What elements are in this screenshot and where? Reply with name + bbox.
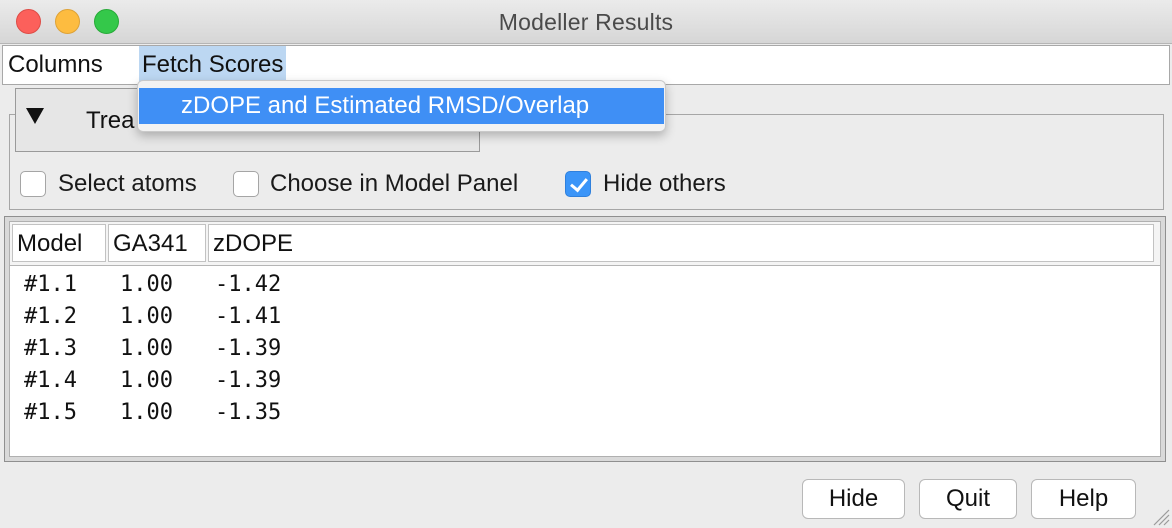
resize-grip-icon[interactable] (1150, 506, 1170, 526)
table-row[interactable]: #1.1 1.00 -1.42 (10, 272, 1160, 304)
hide-others-checkbox[interactable] (565, 171, 591, 197)
cell-model: #1.4 (24, 368, 77, 393)
cell-ga341: 1.00 (120, 368, 173, 393)
cell-ga341: 1.00 (120, 272, 173, 297)
cell-model: #1.5 (24, 400, 77, 425)
select-atoms-checkbox[interactable] (20, 171, 46, 197)
table-row[interactable]: #1.3 1.00 -1.39 (10, 336, 1160, 368)
menu-bar: Columns Fetch Scores (2, 45, 1170, 85)
cell-zdope: -1.39 (215, 368, 282, 393)
cell-zdope: -1.39 (215, 336, 282, 361)
cell-zdope: -1.41 (215, 304, 282, 329)
cell-ga341: 1.00 (120, 400, 173, 425)
menu-columns[interactable]: Columns (5, 46, 106, 84)
table-row[interactable]: #1.2 1.00 -1.41 (10, 304, 1160, 336)
cell-model: #1.1 (24, 272, 77, 297)
cell-model: #1.2 (24, 304, 77, 329)
select-atoms-label: Select atoms (58, 170, 197, 197)
choose-in-model-panel-checkbox[interactable] (233, 171, 259, 197)
hide-others-label: Hide others (603, 170, 726, 197)
cell-model: #1.3 (24, 336, 77, 361)
column-header-zdope[interactable]: zDOPE (208, 224, 1154, 262)
hide-button[interactable]: Hide (802, 479, 905, 519)
menu-fetch-scores[interactable]: Fetch Scores (139, 46, 287, 84)
fetch-scores-dropdown: zDOPE and Estimated RMSD/Overlap (137, 80, 666, 132)
results-table[interactable]: Model GA341 zDOPE #1.1 1.00 -1.42 #1.2 1… (9, 221, 1161, 457)
table-row[interactable]: #1.4 1.00 -1.39 (10, 368, 1160, 400)
column-header-model[interactable]: Model (12, 224, 106, 262)
disclosure-triangle-icon[interactable] (26, 108, 44, 124)
choose-in-model-panel-label: Choose in Model Panel (270, 170, 519, 197)
column-header-ga341[interactable]: GA341 (108, 224, 206, 262)
cell-ga341: 1.00 (120, 304, 173, 329)
help-button[interactable]: Help (1031, 479, 1136, 519)
title-bar: Modeller Results (0, 0, 1172, 44)
window-title: Modeller Results (498, 9, 674, 35)
table-row[interactable]: #1.5 1.00 -1.35 (10, 400, 1160, 432)
cell-zdope: -1.42 (215, 272, 282, 297)
table-header: Model GA341 zDOPE (10, 222, 1160, 266)
results-table-frame: Model GA341 zDOPE #1.1 1.00 -1.42 #1.2 1… (4, 216, 1166, 462)
treat-label: Trea (86, 107, 135, 134)
cell-zdope: -1.35 (215, 400, 282, 425)
cell-ga341: 1.00 (120, 336, 173, 361)
quit-button[interactable]: Quit (919, 479, 1017, 519)
menu-item-zdope-rmsd[interactable]: zDOPE and Estimated RMSD/Overlap (139, 88, 664, 124)
